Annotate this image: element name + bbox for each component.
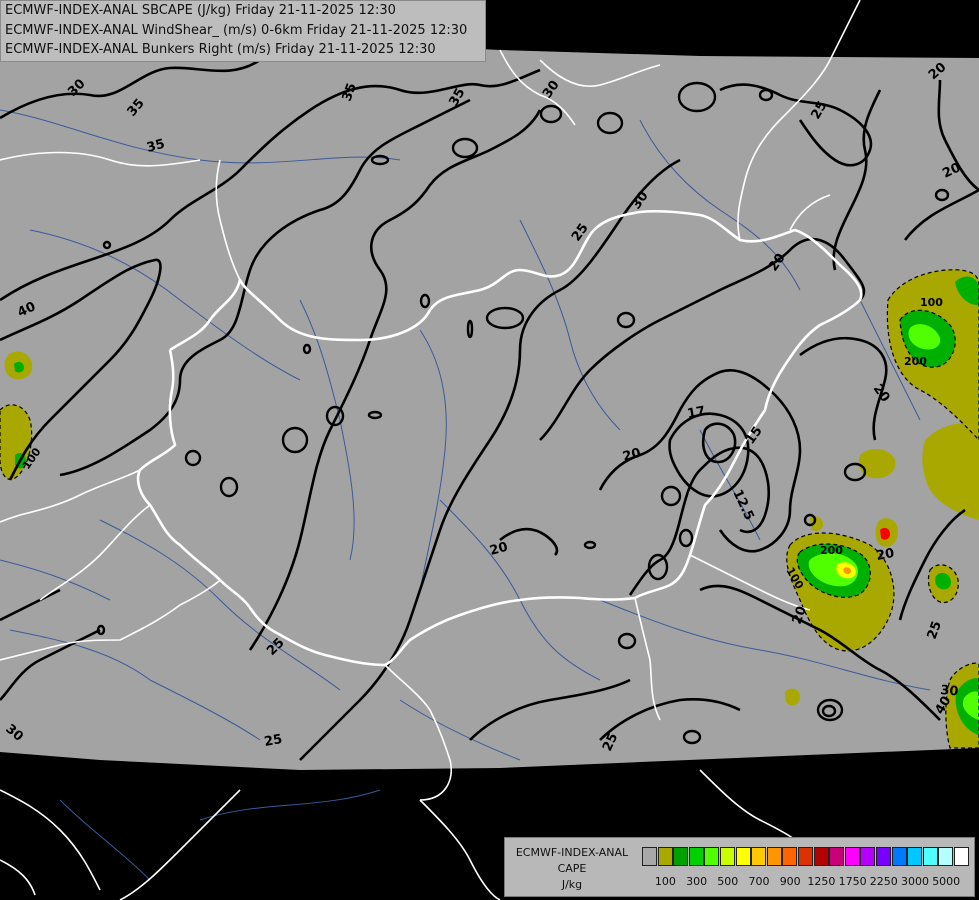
legend-tick-label: 1750	[838, 875, 867, 888]
legend-tick-label: 2250	[869, 875, 898, 888]
legend-swatch	[642, 847, 657, 866]
legend-swatch	[876, 847, 891, 866]
contour-label: 25	[263, 732, 283, 750]
legend-swatch	[688, 847, 704, 866]
cape-legend: ECMWF-INDEX-ANAL CAPE J/kg 100 300 500 700 9…	[504, 837, 975, 897]
legend-swatch	[907, 847, 923, 866]
legend-title-source: ECMWF-INDEX-ANAL	[515, 846, 629, 859]
legend-tick-label: 500	[717, 875, 739, 888]
legend-tick-label: 300	[686, 875, 708, 888]
legend-swatch	[751, 847, 767, 866]
contour-label: 30	[940, 683, 959, 700]
legend-title-unit: J/kg	[561, 878, 583, 891]
legend-swatch	[735, 847, 751, 866]
weather-map: 30 35 35 35 35 30 30 30 25 20 20 20 40 4…	[0, 0, 979, 900]
legend-tick-label: 5000	[932, 875, 961, 888]
legend-swatch	[829, 847, 845, 866]
legend-swatch	[766, 847, 782, 866]
contour-label: 200	[904, 355, 927, 368]
legend-tick-label: 3000	[901, 875, 929, 888]
legend-tick-label: 1250	[807, 875, 836, 888]
data-domain-area	[0, 27, 979, 770]
legend-swatch	[813, 847, 829, 866]
legend-swatch	[657, 847, 673, 866]
contour-label: 17	[686, 404, 706, 422]
legend-tick-label: 700	[748, 875, 770, 888]
legend-swatch	[704, 847, 720, 866]
legend-swatch	[922, 847, 938, 866]
legend-title-variable: CAPE	[557, 862, 587, 875]
legend-tick-label: 100	[654, 875, 676, 888]
legend-swatch	[891, 847, 907, 866]
map-header: ECMWF-INDEX-ANAL SBCAPE (J/kg) Friday 21…	[0, 0, 486, 62]
legend-swatch	[860, 847, 876, 866]
legend-swatch	[844, 847, 860, 866]
legend-swatch	[954, 847, 969, 866]
legend-swatch	[798, 847, 813, 866]
contour-label: 200	[820, 544, 843, 557]
header-line-windshear: ECMWF-INDEX-ANAL WindShear_ (m/s) 0-6km …	[5, 23, 468, 38]
legend-swatch	[938, 847, 954, 866]
legend-swatch	[782, 847, 798, 866]
legend-tick-label: 900	[779, 875, 801, 888]
header-line-bunkers: ECMWF-INDEX-ANAL Bunkers Right (m/s) Fri…	[5, 42, 436, 57]
legend-swatch	[673, 847, 689, 866]
header-line-sbcape: ECMWF-INDEX-ANAL SBCAPE (J/kg) Friday 21…	[5, 3, 396, 18]
contour-label: 100	[920, 296, 943, 309]
contour-label: 20	[875, 546, 895, 564]
legend-swatch	[720, 847, 735, 866]
